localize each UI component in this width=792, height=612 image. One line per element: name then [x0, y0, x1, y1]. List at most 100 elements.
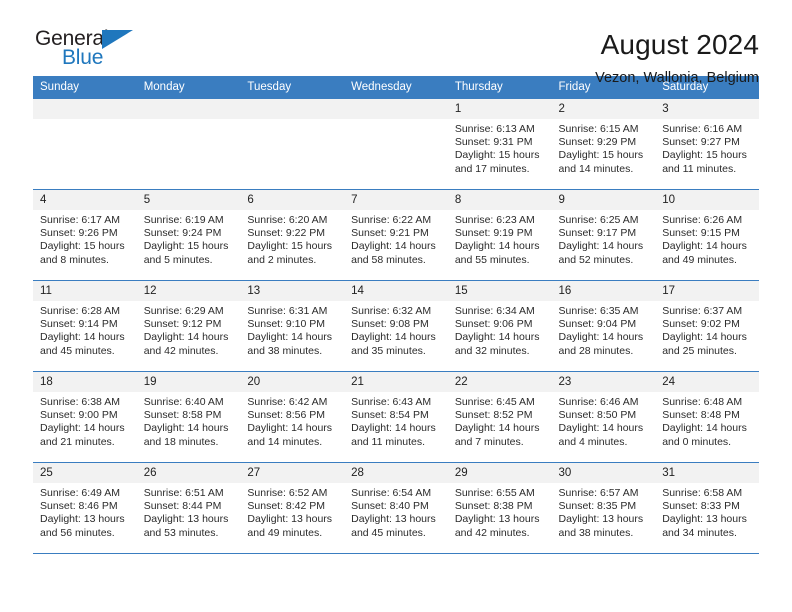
day-detail-line: Daylight: 14 hours — [143, 331, 229, 344]
day-detail-line: Sunset: 8:50 PM — [558, 409, 637, 422]
calendar-day-cell[interactable]: 24 Sunrise: 6:48 AM Sunset: 8:48 PM Dayligh… — [655, 371, 759, 463]
day-number: 14 — [344, 281, 448, 301]
calendar-day-cell[interactable]: 7 Sunrise: 6:22 AM Sunset: 9:21 PM Daylight… — [344, 189, 448, 281]
calendar-day-cell[interactable]: 2 Sunrise: 6:15 AM Sunset: 9:29 PM Daylight… — [551, 98, 656, 190]
day-detail-line: Daylight: 15 hours — [247, 240, 333, 253]
day-detail-line: and 25 minutes. — [662, 344, 737, 357]
calendar-day-cell[interactable]: 25 Sunrise: 6:49 AM Sunset: 8:46 PM Dayligh… — [33, 462, 137, 553]
day-detail-line: Sunrise: 6:54 AM — [351, 487, 432, 499]
calendar-day-cell[interactable]: 12 Sunrise: 6:29 AM Sunset: 9:12 PM Dayligh… — [136, 280, 241, 372]
calendar-day-cell[interactable]: 13 Sunrise: 6:31 AM Sunset: 9:10 PM Dayligh… — [240, 280, 345, 372]
day-details: Sunrise: 6:55 AM Sunset: 8:38 PM Daylight:… — [448, 483, 552, 540]
day-number: 13 — [240, 281, 345, 301]
day-detail-line: Sunset: 9:06 PM — [454, 318, 533, 331]
calendar-day-cell[interactable]: 14 Sunrise: 6:32 AM Sunset: 9:08 PM Dayligh… — [344, 280, 448, 372]
day-detail-line: Sunset: 8:48 PM — [662, 409, 740, 422]
day-detail-line: Sunrise: 6:20 AM — [247, 214, 328, 226]
day-detail-line: and 42 minutes. — [454, 526, 530, 539]
calendar-day-cell[interactable]: 28 Sunrise: 6:54 AM Sunset: 8:40 PM Dayligh… — [344, 462, 448, 553]
calendar-week-row: 4 Sunrise: 6:17 AM Sunset: 9:26 PM Daylight… — [33, 189, 759, 281]
day-number: 23 — [551, 372, 656, 392]
day-detail-line: and 8 minutes. — [40, 253, 109, 266]
calendar-day-cell[interactable]: 15 Sunrise: 6:34 AM Sunset: 9:06 PM Dayligh… — [447, 280, 552, 372]
weekday-header-tuesday: Tuesday — [240, 76, 345, 99]
calendar-day-cell[interactable]: 4 Sunrise: 6:17 AM Sunset: 9:26 PM Daylight… — [33, 189, 137, 281]
calendar-day-cell[interactable]: 20 Sunrise: 6:42 AM Sunset: 8:56 PM Dayligh… — [240, 371, 345, 463]
calendar-day-cell[interactable]: 19 Sunrise: 6:40 AM Sunset: 8:58 PM Dayligh… — [136, 371, 241, 463]
calendar-day-cell[interactable]: 6 Sunrise: 6:20 AM Sunset: 9:22 PM Daylight… — [240, 189, 345, 281]
calendar-day-cell[interactable]: 23 Sunrise: 6:46 AM Sunset: 8:50 PM Dayligh… — [551, 371, 656, 463]
day-detail-line: Daylight: 13 hours — [454, 513, 540, 526]
day-detail-line: Daylight: 13 hours — [662, 513, 747, 526]
calendar-day-cell[interactable]: 9 Sunrise: 6:25 AM Sunset: 9:17 PM Daylight… — [551, 189, 656, 281]
calendar-day-cell[interactable]: 29 Sunrise: 6:55 AM Sunset: 8:38 PM Dayligh… — [447, 462, 552, 553]
day-details: Sunrise: 6:58 AM Sunset: 8:33 PM Daylight:… — [655, 483, 759, 540]
calendar-day-cell[interactable]: 22 Sunrise: 6:45 AM Sunset: 8:52 PM Dayligh… — [447, 371, 552, 463]
day-detail-line: Sunset: 9:02 PM — [662, 318, 740, 331]
day-detail-line: Sunset: 8:52 PM — [454, 409, 533, 422]
day-detail-line: Daylight: 15 hours — [558, 149, 644, 162]
calendar-day-cell[interactable]: 27 Sunrise: 6:52 AM Sunset: 8:42 PM Dayligh… — [240, 462, 345, 553]
calendar-day-cell[interactable]: 21 Sunrise: 6:43 AM Sunset: 8:54 PM Dayligh… — [344, 371, 448, 463]
day-detail-line: Sunset: 8:42 PM — [247, 500, 326, 513]
day-detail-line: and 53 minutes. — [143, 526, 219, 539]
day-details: Sunrise: 6:57 AM Sunset: 8:35 PM Daylight:… — [552, 483, 656, 540]
day-details: Sunrise: 6:28 AM Sunset: 9:14 PM Daylight:… — [33, 301, 137, 358]
calendar-day-cell[interactable]: 30 Sunrise: 6:57 AM Sunset: 8:35 PM Dayligh… — [551, 462, 656, 553]
day-detail-line: and 49 minutes. — [662, 253, 737, 266]
day-detail-line: Daylight: 14 hours — [454, 331, 540, 344]
day-detail-line: Sunset: 8:54 PM — [351, 409, 429, 422]
day-number: 12 — [136, 281, 241, 301]
day-detail-line: Daylight: 14 hours — [40, 422, 125, 435]
calendar-day-cell[interactable]: 26 Sunrise: 6:51 AM Sunset: 8:44 PM Dayligh… — [136, 462, 241, 553]
calendar-day-cell[interactable]: 5 Sunrise: 6:19 AM Sunset: 9:24 PM Daylight… — [136, 189, 241, 281]
day-details: Sunrise: 6:42 AM Sunset: 8:56 PM Daylight:… — [240, 392, 344, 449]
day-details: Sunrise: 6:46 AM Sunset: 8:50 PM Daylight:… — [552, 392, 656, 449]
calendar-day-cell[interactable]: 10 Sunrise: 6:26 AM Sunset: 9:15 PM Dayligh… — [655, 189, 759, 281]
calendar-day-cell[interactable]: 3 Sunrise: 6:16 AM Sunset: 9:27 PM Daylight… — [655, 98, 759, 190]
day-detail-line: Sunrise: 6:38 AM — [40, 396, 120, 408]
calendar-day-cell[interactable]: 17 Sunrise: 6:37 AM Sunset: 9:02 PM Dayligh… — [655, 280, 759, 372]
day-detail-line: and 14 minutes. — [558, 162, 634, 175]
day-detail-line: and 34 minutes. — [662, 526, 737, 539]
day-detail-line: Sunset: 9:31 PM — [454, 136, 533, 149]
day-detail-line: and 17 minutes. — [454, 162, 530, 175]
day-detail-line: and 45 minutes. — [40, 344, 115, 357]
calendar-day-cell[interactable]: 11 Sunrise: 6:28 AM Sunset: 9:14 PM Dayligh… — [33, 280, 137, 372]
day-detail-line: Sunrise: 6:32 AM — [351, 305, 432, 317]
calendar-day-cell[interactable]: 8 Sunrise: 6:23 AM Sunset: 9:19 PM Daylight… — [447, 189, 552, 281]
title-block: August 2024 Vezon, Wallonia, Belgium — [595, 27, 759, 88]
day-details: Sunrise: 6:13 AM Sunset: 9:31 PM Daylight:… — [448, 119, 552, 176]
day-detail-line: Daylight: 14 hours — [40, 331, 125, 344]
day-detail-line: Sunrise: 6:13 AM — [454, 123, 535, 135]
day-detail-line: Daylight: 13 hours — [351, 513, 436, 526]
day-number: 9 — [551, 190, 656, 210]
general-blue-logo[interactable]: General Blue — [33, 27, 141, 73]
calendar-day-cell[interactable]: 1 Sunrise: 6:13 AM Sunset: 9:31 PM Daylight… — [447, 98, 552, 190]
day-details: Sunrise: 6:22 AM Sunset: 9:21 PM Daylight:… — [344, 210, 448, 267]
calendar-day-cell[interactable]: 31 Sunrise: 6:58 AM Sunset: 8:33 PM Dayligh… — [655, 462, 759, 553]
day-details: Sunrise: 6:23 AM Sunset: 9:19 PM Daylight:… — [448, 210, 552, 267]
day-detail-line: Sunset: 8:44 PM — [143, 500, 222, 513]
day-number: 3 — [655, 99, 759, 119]
day-number: 24 — [655, 372, 759, 392]
day-number: 29 — [447, 463, 552, 483]
calendar-empty-cell — [240, 98, 345, 190]
day-detail-line: Sunset: 8:38 PM — [454, 500, 533, 513]
day-details — [33, 119, 137, 123]
calendar-day-cell[interactable]: 16 Sunrise: 6:35 AM Sunset: 9:04 PM Dayligh… — [551, 280, 656, 372]
calendar-day-cell[interactable]: 18 Sunrise: 6:38 AM Sunset: 9:00 PM Dayligh… — [33, 371, 137, 463]
day-number: 18 — [33, 372, 137, 392]
page-title: August 2024 — [600, 29, 759, 60]
day-detail-line: Sunrise: 6:45 AM — [454, 396, 535, 408]
day-number — [136, 99, 241, 119]
day-detail-line: Sunrise: 6:35 AM — [558, 305, 639, 317]
day-details: Sunrise: 6:15 AM Sunset: 9:29 PM Daylight:… — [552, 119, 656, 176]
calendar-empty-cell — [33, 98, 137, 190]
day-number: 7 — [344, 190, 448, 210]
day-detail-line: Daylight: 14 hours — [351, 331, 436, 344]
day-detail-line: Daylight: 13 hours — [40, 513, 125, 526]
day-number: 6 — [240, 190, 345, 210]
day-detail-line: Sunset: 9:08 PM — [351, 318, 429, 331]
day-detail-line: and 58 minutes. — [351, 253, 426, 266]
